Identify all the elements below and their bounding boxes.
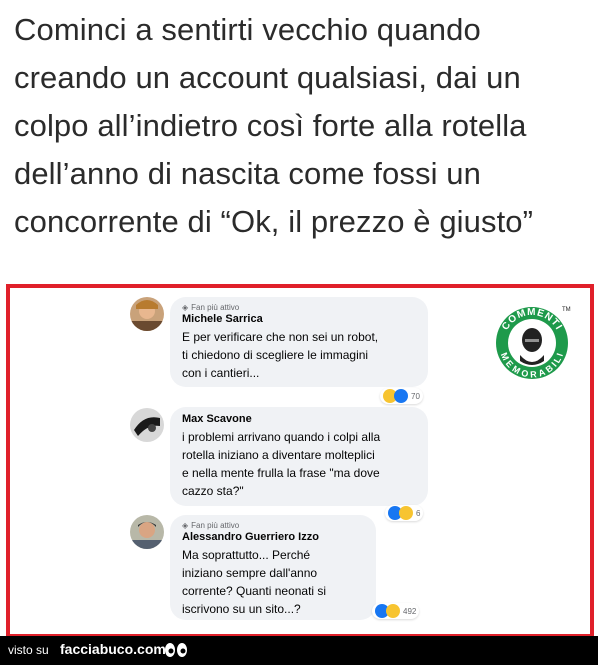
haha-icon (386, 604, 400, 618)
badge-label: Fan più attivo (191, 521, 240, 530)
avatar[interactable] (130, 515, 164, 549)
fan-badge: ◈ Fan più attivo (182, 521, 364, 530)
haha-icon (399, 506, 413, 520)
reaction-summary[interactable]: 492 (372, 603, 420, 619)
reaction-summary[interactable]: 70 (380, 388, 423, 404)
like-icon (394, 389, 408, 403)
comment-bubble[interactable]: ◈ Fan più attivo Michele Sarrica E per v… (170, 297, 428, 387)
reaction-count: 6 (416, 508, 421, 518)
footer-prefix: visto su (8, 643, 49, 657)
footer-bar: visto su facciabuco.com (0, 636, 598, 665)
fan-badge: ◈ Fan più attivo (182, 303, 416, 312)
footer-site-link[interactable]: facciabuco.com (60, 641, 166, 657)
eyes-icon (165, 643, 187, 657)
comment-bubble[interactable]: Max Scavone i problemi arrivano quando i… (170, 407, 428, 506)
comment-text: Ma soprattutto... Perché iniziano sempre… (182, 548, 327, 616)
reaction-summary[interactable]: 6 (385, 505, 424, 521)
commenter-name[interactable]: Michele Sarrica (182, 313, 416, 325)
avatar[interactable] (130, 408, 164, 442)
comment-bubble[interactable]: ◈ Fan più attivo Alessandro Guerriero Iz… (170, 515, 376, 620)
commenter-name[interactable]: Max Scavone (182, 413, 416, 425)
diamond-icon: ◈ (182, 303, 189, 312)
headline-text: Cominci a sentirti vecchio quando creand… (14, 12, 534, 239)
diamond-icon: ◈ (182, 521, 189, 530)
commenter-name[interactable]: Alessandro Guerriero Izzo (182, 531, 364, 543)
comment-text: E per verificare che non sei un robot, t… (182, 330, 379, 380)
commenti-memorabili-logo: COMMENTI MEMORABILI TM (496, 307, 571, 380)
reaction-count: 492 (403, 606, 417, 616)
avatar[interactable] (130, 297, 164, 331)
logo-tm: TM (562, 307, 571, 313)
reaction-count: 70 (411, 391, 420, 401)
comment-text: i problemi arrivano quando i colpi alla … (182, 430, 381, 498)
badge-label: Fan più attivo (191, 303, 240, 312)
